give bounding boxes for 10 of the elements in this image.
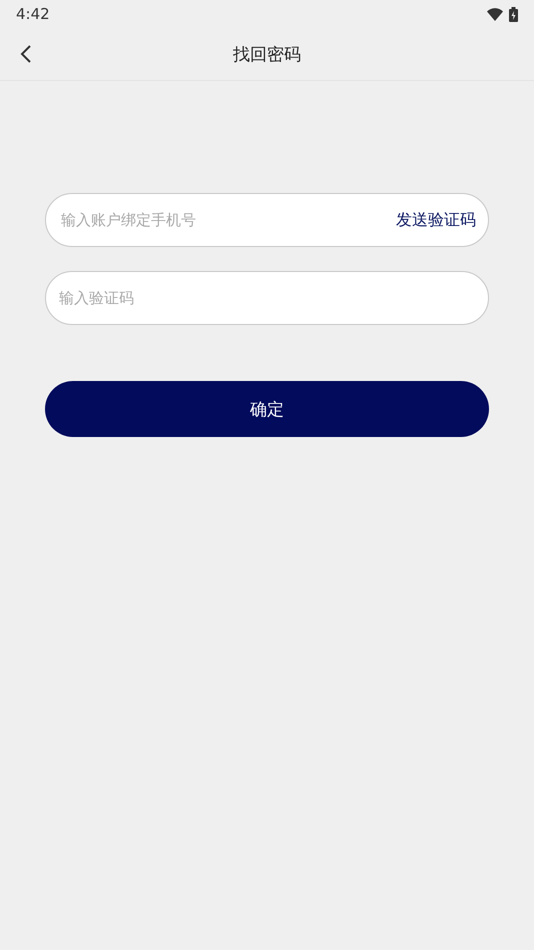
confirm-button[interactable]: 确定 xyxy=(45,381,489,437)
send-code-button[interactable]: 发送验证码 xyxy=(396,210,476,230)
wifi-icon xyxy=(487,8,503,20)
page-title: 找回密码 xyxy=(233,44,301,66)
status-time: 4:42 xyxy=(16,5,50,23)
battery-icon xyxy=(509,6,518,22)
code-input[interactable]: 输入验证码 xyxy=(45,271,489,325)
phone-input[interactable]: 输入账户绑定手机号 xyxy=(59,210,396,230)
back-icon[interactable] xyxy=(20,44,32,64)
phone-field[interactable]: 输入账户绑定手机号 发送验证码 xyxy=(45,193,489,247)
